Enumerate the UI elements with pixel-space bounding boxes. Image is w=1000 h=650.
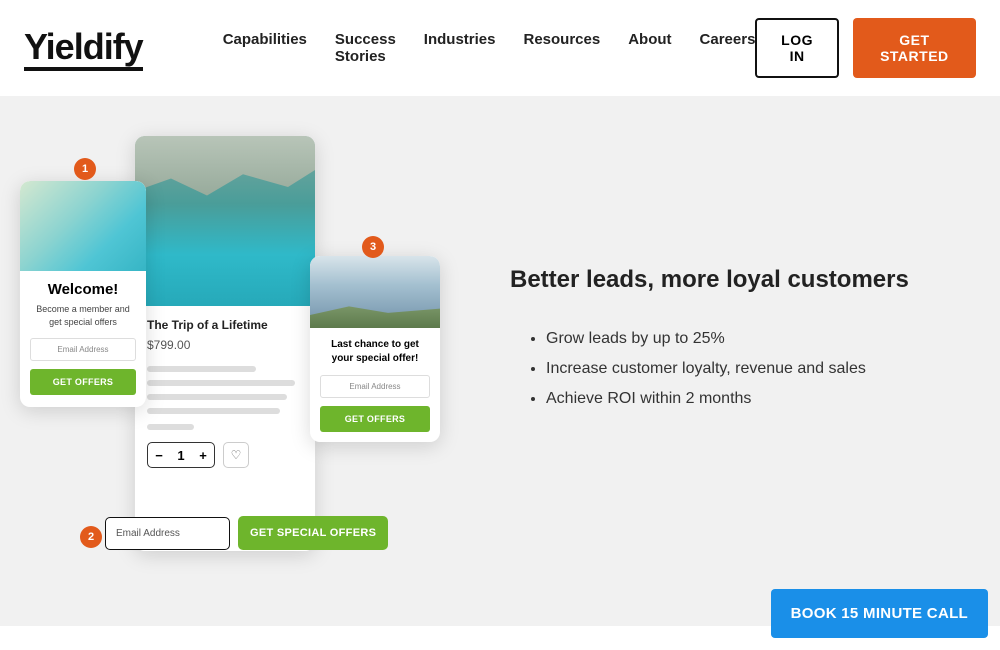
hero-bullet: Increase customer loyalty, revenue and s… — [546, 360, 909, 378]
qty-plus-icon[interactable]: + — [192, 448, 214, 463]
header-actions: LOG IN GET STARTED — [755, 18, 976, 78]
nav-success-stories[interactable]: Success Stories — [335, 31, 396, 65]
last-chance-email-input[interactable]: Email Address — [320, 375, 430, 398]
nav-about[interactable]: About — [628, 31, 671, 65]
qty-minus-icon[interactable]: − — [148, 448, 170, 463]
skeleton-line — [147, 380, 295, 386]
nav-capabilities[interactable]: Capabilities — [223, 31, 307, 65]
welcome-card: Welcome! Become a member and get special… — [20, 181, 146, 407]
skeleton-line — [147, 394, 287, 400]
login-button[interactable]: LOG IN — [755, 18, 838, 78]
welcome-subtitle: Become a member and get special offers — [30, 303, 136, 328]
step-badge-3: 3 — [362, 236, 384, 258]
product-image — [135, 136, 315, 306]
inline-get-special-offers-button[interactable]: GET SPECIAL OFFERS — [238, 516, 388, 550]
inline-email-input[interactable]: Email Address — [105, 517, 230, 550]
site-header: Yieldify Capabilities Success Stories In… — [0, 0, 1000, 96]
last-chance-image — [310, 256, 440, 328]
hero-bullets: Grow leads by up to 25% Increase custome… — [510, 330, 909, 408]
hero-bullet: Grow leads by up to 25% — [546, 330, 909, 348]
hero-illustration: 1 2 3 The Trip of a Lifetime $799.00 − 1… — [10, 136, 450, 586]
hero-bullet: Achieve ROI within 2 months — [546, 390, 909, 408]
step-badge-1: 1 — [74, 158, 96, 180]
welcome-image — [20, 181, 146, 271]
book-call-button[interactable]: BOOK 15 MINUTE CALL — [771, 589, 988, 638]
nav-resources[interactable]: Resources — [523, 31, 600, 65]
last-chance-title: Last chance to get your special offer! — [320, 338, 430, 365]
nav-industries[interactable]: Industries — [424, 31, 496, 65]
brand-logo[interactable]: Yieldify — [24, 26, 143, 71]
primary-nav: Capabilities Success Stories Industries … — [223, 31, 756, 65]
hero-section: 1 2 3 The Trip of a Lifetime $799.00 − 1… — [0, 96, 1000, 626]
step-badge-2: 2 — [80, 526, 102, 548]
product-card: The Trip of a Lifetime $799.00 − 1 + ♡ — [135, 136, 315, 551]
get-started-button[interactable]: GET STARTED — [853, 18, 976, 78]
qty-value: 1 — [170, 448, 192, 463]
welcome-title: Welcome! — [30, 281, 136, 298]
skeleton-line — [147, 366, 256, 372]
welcome-email-input[interactable]: Email Address — [30, 338, 136, 361]
product-title: The Trip of a Lifetime — [147, 318, 303, 332]
nav-careers[interactable]: Careers — [700, 31, 756, 65]
welcome-get-offers-button[interactable]: GET OFFERS — [30, 369, 136, 395]
skeleton-line — [147, 424, 194, 430]
hero-copy: Better leads, more loyal customers Grow … — [450, 136, 909, 596]
last-chance-get-offers-button[interactable]: GET OFFERS — [320, 406, 430, 432]
hero-headline: Better leads, more loyal customers — [510, 266, 909, 294]
quantity-stepper[interactable]: − 1 + — [147, 442, 215, 468]
heart-icon: ♡ — [231, 448, 242, 462]
last-chance-card: Last chance to get your special offer! E… — [310, 256, 440, 442]
inline-signup-strip: Email Address GET SPECIAL OFFERS — [105, 516, 388, 550]
skeleton-line — [147, 408, 280, 414]
product-price: $799.00 — [147, 338, 303, 352]
wishlist-button[interactable]: ♡ — [223, 442, 249, 468]
